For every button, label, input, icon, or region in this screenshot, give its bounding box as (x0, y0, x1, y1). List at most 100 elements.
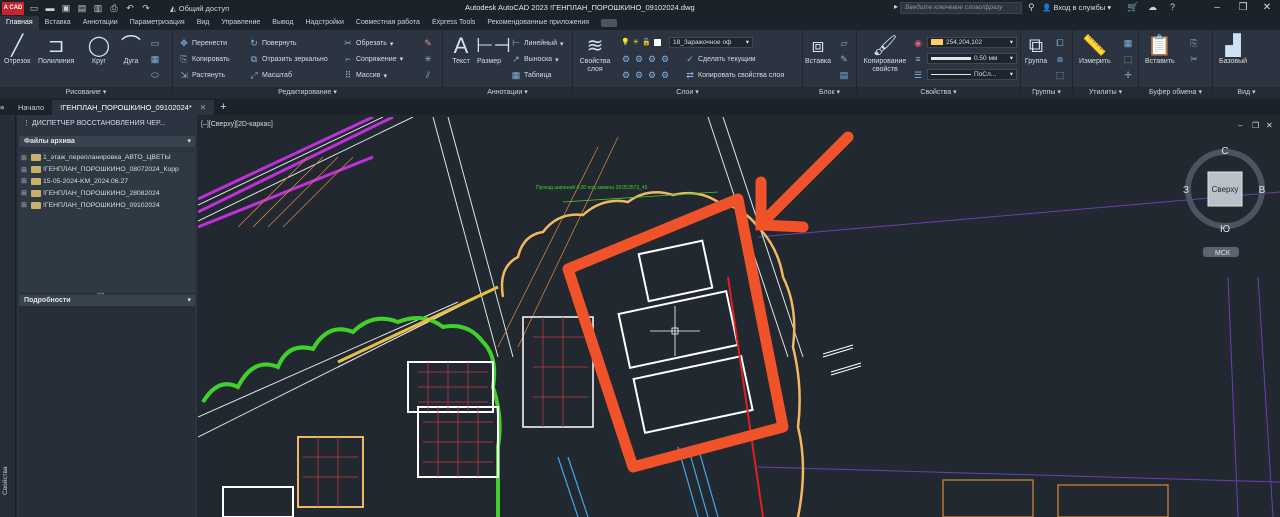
linear-dim-button[interactable]: ⊢ Линейный ▾ (511, 38, 563, 49)
lineweight-icon[interactable]: ≡ (913, 54, 923, 64)
polyline-button[interactable]: ⊐ Полилиния (38, 34, 74, 65)
rectangle-button[interactable]: ▭ (150, 38, 160, 49)
group-button[interactable]: ⧉ Группа (1023, 34, 1049, 65)
close-button[interactable]: ✕ (1256, 1, 1278, 15)
save-as-icon[interactable]: ▥ (92, 2, 104, 14)
tab-parametric[interactable]: Параметризация (124, 16, 191, 30)
save-web-icon[interactable]: ▤ (76, 2, 88, 14)
id-point-button[interactable]: ✛ (1123, 70, 1133, 81)
open-icon[interactable]: ▭ (28, 2, 40, 14)
group-select-button[interactable]: ⬚ (1055, 70, 1065, 81)
panel-layers-title[interactable]: Слои ▾ (573, 87, 802, 98)
leader-button[interactable]: ↗ Выноска ▾ (511, 54, 558, 65)
redo-icon[interactable]: ↷ (140, 2, 152, 14)
group-edit-button[interactable]: ⧇ (1055, 54, 1065, 65)
connect-icon[interactable]: ☁ (1148, 2, 1157, 13)
block-attr-button[interactable]: ▤ (839, 70, 849, 81)
array-button[interactable]: ⠿ Массив ▾ (343, 70, 387, 81)
linetype-icon[interactable]: ☰ (913, 70, 923, 81)
offset-button[interactable]: ⫽ (423, 70, 433, 81)
panel-modify-title[interactable]: Редактирование ▾ (173, 87, 442, 98)
explode-button[interactable]: ✳ (423, 54, 433, 65)
fillet-button[interactable]: ⌐ Сопряжение ▾ (343, 54, 403, 64)
ribbon-toggle-button[interactable] (601, 19, 618, 27)
undo-icon[interactable]: ↶ (124, 2, 136, 14)
scale-button[interactable]: ⤢ Масштаб (249, 70, 292, 81)
folder-icon[interactable]: ▬ (44, 2, 56, 14)
viewport-minimize-icon[interactable]: – (1238, 121, 1242, 130)
panel-utilities-title[interactable]: Утилиты ▾ (1073, 87, 1138, 98)
panel-groups-title[interactable]: Группы ▾ (1021, 87, 1072, 98)
restore-button[interactable]: ❐ (1232, 1, 1254, 15)
layer-dropdown[interactable]: 18_Заражочное оф ▾ (669, 37, 753, 48)
lineweight-dropdown[interactable]: 0.50 мм ▾ (927, 53, 1017, 64)
binoculars-icon[interactable]: ⚲ (1028, 2, 1035, 13)
properties-side-strip[interactable]: Свойства (0, 115, 16, 517)
table-button[interactable]: ▦ Таблица (511, 70, 552, 81)
panel-block-title[interactable]: Блок ▾ (803, 87, 856, 98)
tab-annotate[interactable]: Аннотации (77, 16, 124, 30)
measure-button[interactable]: 📏 Измерить (1079, 34, 1111, 65)
panel-properties-title[interactable]: Свойства ▾ (857, 87, 1020, 98)
details-header[interactable]: Подробности ▾ (19, 295, 195, 306)
select-all-button[interactable]: ⬚ (1123, 54, 1133, 65)
tab-express-tools[interactable]: Express Tools (426, 16, 481, 30)
mirror-button[interactable]: ⧉ Отразить зеркально (249, 54, 328, 65)
ungroup-button[interactable]: ⧠ (1055, 38, 1065, 49)
panel-clipboard-title[interactable]: Буфер обмена ▾ (1139, 87, 1212, 98)
drawing-canvas[interactable]: Проезд шириной 4,00 под замена 29.053573… (198, 117, 1280, 517)
create-block-button[interactable]: ▱ (839, 38, 849, 49)
cart-icon[interactable]: 🛒 (1127, 2, 1138, 13)
search-input[interactable]: Введите ключевое слово/фразу (900, 2, 1022, 14)
panel-draw-title[interactable]: Рисование ▾ (0, 87, 172, 98)
tab-insert[interactable]: Вставка (39, 16, 77, 30)
layer-properties-button[interactable]: ≋ Свойства слоя (577, 34, 613, 74)
ellipse-button[interactable]: ⬭ (150, 70, 160, 81)
share-button[interactable]: ◭ Общий доступ (170, 4, 229, 13)
move-button[interactable]: ✥ Перенести (179, 38, 227, 49)
tab-addins[interactable]: Надстройки (299, 16, 349, 30)
paste-button[interactable]: 📋 Вставить (1145, 34, 1175, 65)
archive-files-header[interactable]: Файлы архива ▾ (19, 136, 195, 147)
hatch-button[interactable]: ▦ (150, 54, 160, 65)
color-dropdown[interactable]: 254,204,102 ▾ (927, 37, 1017, 48)
linetype-dropdown[interactable]: ПоСл... ▾ (927, 69, 1017, 80)
tab-view[interactable]: Вид (191, 16, 216, 30)
viewport-label[interactable]: [–][Сверху][2D-каркас] (201, 121, 273, 128)
tab-collaborate[interactable]: Совместная работа (350, 16, 426, 30)
base-view-button[interactable]: ▟ Базовый (1219, 34, 1247, 65)
help-icon[interactable]: ? (1170, 2, 1175, 12)
edit-block-button[interactable]: ✎ (839, 54, 849, 65)
viewport-restore-icon[interactable]: ❐ (1252, 121, 1259, 130)
panel-view-title[interactable]: Вид ▾ (1213, 87, 1280, 98)
color-picker-icon[interactable]: ◉ (913, 38, 923, 49)
dimension-button[interactable]: ⊢⊣ Размер (476, 34, 511, 65)
new-tab-button[interactable]: + (220, 100, 226, 115)
copy-button[interactable]: ⎘ Копировать (179, 54, 229, 65)
tab-featured-apps[interactable]: Рекомендованные приложения (481, 16, 595, 30)
make-current-button[interactable]: ✓ Сделать текущим (685, 54, 755, 65)
list-item[interactable]: ⊞ 15-05-2024-KM_2024.06.27 (19, 176, 195, 188)
panel-annotation-title[interactable]: Аннотации ▾ (443, 87, 572, 98)
close-tab-icon[interactable]: ✕ (200, 103, 206, 112)
viewport-close-icon[interactable]: ✕ (1266, 121, 1273, 130)
cut-button[interactable]: ✂ (1189, 54, 1199, 65)
list-item[interactable]: ⊞ !ГЕНПЛАН_ПОРОШКИНО_08072024_Корр (19, 164, 195, 176)
layer-tools-row2[interactable]: ⚙ ⚙ ⚙ ⚙ (621, 70, 670, 81)
cad-drawing[interactable]: Проезд шириной 4,00 под замена 29.053573… (198, 117, 1280, 517)
line-button[interactable]: ╱ Отрезок (4, 34, 30, 65)
circle-button[interactable]: ◯ Круг (86, 34, 112, 65)
stretch-button[interactable]: ⇲ Растянуть (179, 70, 225, 81)
arc-button[interactable]: ⌒ Дуга (118, 34, 144, 65)
tab-manage[interactable]: Управление (215, 16, 266, 30)
trim-button[interactable]: ✂ Обрезать ▾ (343, 38, 393, 49)
insert-block-button[interactable]: ⧈ Вставка (805, 34, 831, 65)
tab-output[interactable]: Вывод (266, 16, 299, 30)
match-properties-button[interactable]: 🖌 Копирование свойств (861, 34, 909, 74)
copy-clip-button[interactable]: ⎘ (1189, 38, 1199, 49)
list-item[interactable]: ⊞ !ГЕНПЛАН_ПОРОШКИНО_09102024 (19, 199, 195, 211)
layer-state-icons[interactable]: 💡 ☀ 🔓 (621, 38, 661, 46)
list-item[interactable]: ⊞ 1_этаж_перепланировка_АВТО_ЦВЕТЫ (19, 152, 195, 164)
list-item[interactable]: ⊞ !ГЕНПЛАН_ПОРОШКИНО_28082024 (19, 187, 195, 199)
tab-home[interactable]: Главная (0, 16, 39, 30)
